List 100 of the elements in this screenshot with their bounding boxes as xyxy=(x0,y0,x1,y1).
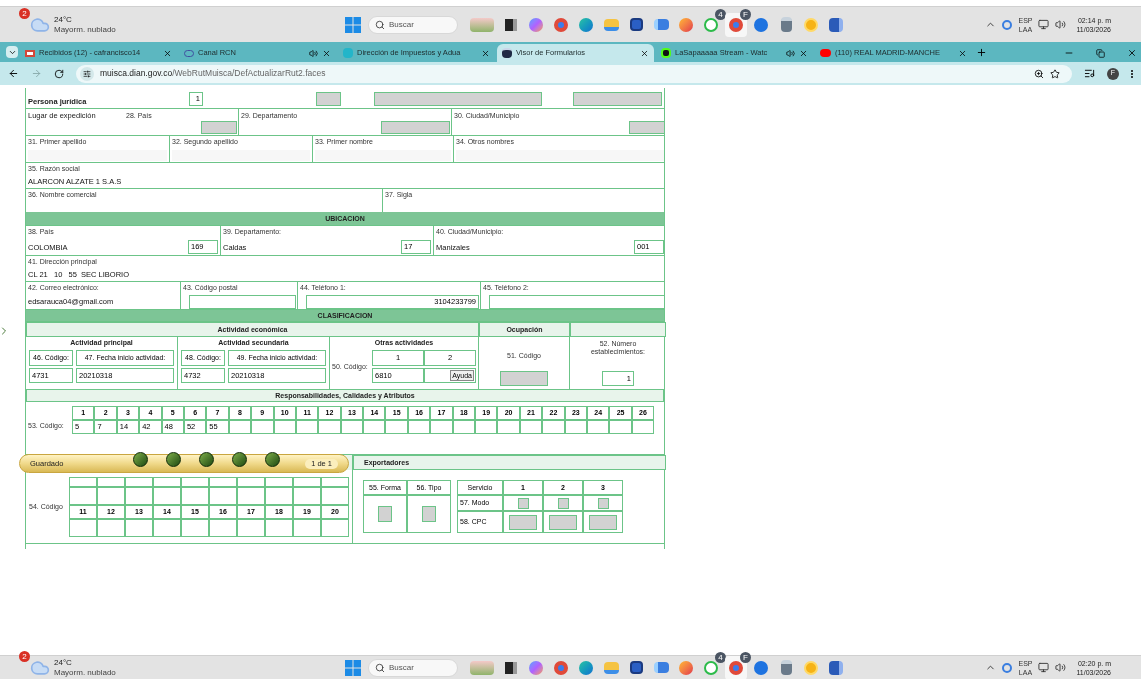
notification-badge: 2 xyxy=(19,7,30,19)
column-header xyxy=(293,476,321,487)
back-icon[interactable] xyxy=(8,68,19,79)
input-field[interactable] xyxy=(564,420,587,434)
column-header xyxy=(321,476,349,487)
input-field[interactable] xyxy=(500,371,548,386)
envelope-icon xyxy=(25,49,35,57)
input-field[interactable] xyxy=(629,121,665,134)
windows-logo-icon[interactable] xyxy=(345,659,361,676)
reload-icon[interactable] xyxy=(54,68,64,79)
input-field[interactable] xyxy=(172,150,310,161)
stream-site-icon xyxy=(661,48,671,58)
notification-badge: 2 xyxy=(19,650,30,662)
input-field[interactable] xyxy=(381,121,450,134)
input-field[interactable] xyxy=(475,420,498,434)
column-header xyxy=(125,476,153,487)
network-icon[interactable] xyxy=(1038,662,1050,673)
site-settings-icon[interactable] xyxy=(83,69,91,78)
weather-condition: Mayorm. nublado xyxy=(54,667,116,678)
toolbar-round-icon[interactable] xyxy=(133,452,149,467)
notification-badge: F xyxy=(740,8,751,20)
restore-icon[interactable] xyxy=(1096,48,1105,58)
volume-icon[interactable] xyxy=(1055,662,1067,673)
input-field[interactable] xyxy=(407,420,431,434)
input-field[interactable] xyxy=(587,420,610,434)
close-icon[interactable] xyxy=(799,48,808,58)
bookmark-star-icon[interactable] xyxy=(1050,68,1060,79)
search-icon xyxy=(375,19,385,30)
address-bar[interactable]: muisca.dian.gov.co/WebRutMuisca/DefActualizarRut2.faces xyxy=(76,64,1072,83)
input-field[interactable] xyxy=(251,420,274,434)
tab-search-button[interactable] xyxy=(6,46,18,58)
taskbar-search-field[interactable]: Buscar xyxy=(368,658,458,677)
input-field[interactable] xyxy=(201,121,237,134)
globe-icon[interactable] xyxy=(1002,662,1013,673)
close-icon[interactable] xyxy=(481,48,490,58)
input-field[interactable] xyxy=(318,420,341,434)
site-icon xyxy=(343,48,353,58)
column-header xyxy=(237,476,265,487)
speaker-icon[interactable] xyxy=(309,48,318,58)
column-header xyxy=(69,476,97,487)
windows-logo-icon[interactable] xyxy=(345,16,361,33)
close-icon[interactable] xyxy=(322,48,331,58)
speaker-icon[interactable] xyxy=(786,48,795,58)
new-tab-icon[interactable] xyxy=(976,47,987,58)
input-field[interactable] xyxy=(549,514,577,530)
input-field[interactable] xyxy=(497,420,520,434)
column-header xyxy=(181,476,209,487)
input-field[interactable] xyxy=(509,514,537,530)
close-icon[interactable] xyxy=(958,48,967,58)
input-field[interactable] xyxy=(189,295,296,309)
video-site-icon xyxy=(820,49,831,57)
input-field[interactable] xyxy=(295,420,319,434)
input-field[interactable] xyxy=(228,420,252,434)
input-field[interactable] xyxy=(430,420,453,434)
input-field[interactable] xyxy=(609,420,632,434)
media-controls-icon[interactable] xyxy=(1084,68,1095,79)
close-icon[interactable] xyxy=(163,48,172,58)
input-field[interactable] xyxy=(557,497,569,509)
document-icon xyxy=(502,48,512,58)
input-field[interactable] xyxy=(316,92,341,106)
input-field[interactable] xyxy=(363,420,386,434)
toolbar-round-icon[interactable] xyxy=(232,452,248,467)
input-field[interactable] xyxy=(589,514,617,530)
input-field[interactable] xyxy=(456,150,664,161)
forward-icon[interactable] xyxy=(31,68,42,79)
input-field[interactable] xyxy=(573,92,662,106)
globe-icon[interactable] xyxy=(1002,19,1013,30)
input-field[interactable] xyxy=(378,506,392,522)
notification-badge: 4 xyxy=(715,651,726,663)
weather-temperature: 24°C xyxy=(54,657,73,668)
input-field[interactable] xyxy=(385,420,408,434)
column-header xyxy=(97,476,125,487)
zoom-icon[interactable] xyxy=(1034,68,1044,79)
toolbar-round-icon[interactable] xyxy=(166,452,182,467)
input-field[interactable] xyxy=(597,497,609,509)
search-icon xyxy=(375,662,385,673)
input-field[interactable] xyxy=(452,420,476,434)
input-field[interactable] xyxy=(631,420,655,434)
input-field[interactable] xyxy=(489,295,665,309)
input-field[interactable] xyxy=(517,497,529,509)
input-field[interactable] xyxy=(542,420,565,434)
network-icon[interactable] xyxy=(1038,19,1050,30)
weather-temperature: 24°C xyxy=(54,14,73,25)
toolbar-round-icon[interactable] xyxy=(199,452,215,467)
input-field[interactable] xyxy=(340,420,364,434)
input-field[interactable] xyxy=(28,150,167,161)
volume-icon[interactable] xyxy=(1055,19,1067,30)
input-field[interactable] xyxy=(374,92,542,106)
column-header xyxy=(265,476,293,487)
column-header xyxy=(153,476,181,487)
input-field[interactable] xyxy=(519,420,543,434)
column-header xyxy=(209,476,237,487)
notification-badge: F xyxy=(740,651,751,663)
close-icon[interactable] xyxy=(640,48,649,58)
input-field[interactable] xyxy=(422,506,436,522)
input-field[interactable] xyxy=(273,420,296,434)
input-field[interactable] xyxy=(315,150,451,161)
taskbar-search-field[interactable]: Buscar xyxy=(368,15,458,34)
close-icon[interactable] xyxy=(1127,48,1137,58)
toolbar-round-icon[interactable] xyxy=(265,452,281,467)
